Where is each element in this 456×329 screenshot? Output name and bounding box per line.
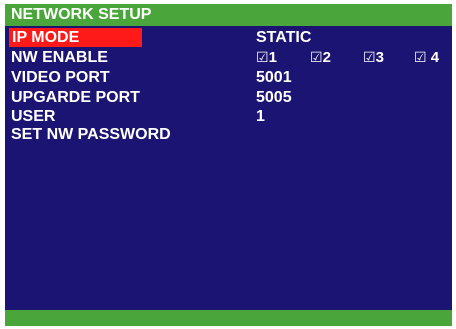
nw-enable-checkbox-2[interactable]: ☑2	[310, 48, 331, 68]
menu-row-upgrade-port[interactable]: UPGARDE PORT 5005	[5, 88, 452, 107]
menu-row-ip-mode[interactable]: IP MODE STATIC	[5, 28, 452, 47]
upgrade-port-label[interactable]: UPGARDE PORT	[11, 88, 140, 107]
nw-enable-checkbox-3[interactable]: ☑3	[363, 48, 384, 68]
network-setup-menu: NETWORK SETUP IP MODE STATIC NW ENABLE ☑…	[5, 4, 452, 326]
checkbox-label: 3	[375, 49, 384, 66]
checkbox-checked-icon: ☑	[310, 50, 323, 66]
checkbox-label: 2	[322, 49, 331, 66]
checkbox-label: 4	[426, 49, 440, 66]
checkbox-checked-icon: ☑	[256, 50, 269, 66]
set-nw-password-label[interactable]: SET NW PASSWORD	[11, 125, 171, 144]
user-value[interactable]: 1	[256, 107, 265, 126]
user-label[interactable]: USER	[11, 107, 55, 126]
video-port-label[interactable]: VIDEO PORT	[11, 68, 110, 87]
screen-frame: NETWORK SETUP IP MODE STATIC NW ENABLE ☑…	[0, 0, 456, 329]
upgrade-port-value[interactable]: 5005	[256, 88, 292, 107]
nw-enable-label[interactable]: NW ENABLE	[11, 48, 108, 67]
checkbox-checked-icon: ☑	[414, 50, 427, 66]
title-bar: NETWORK SETUP	[5, 4, 452, 26]
nw-enable-checkbox-4[interactable]: ☑ 4	[414, 48, 439, 68]
menu-row-nw-enable[interactable]: NW ENABLE ☑1 ☑2 ☑3 ☑ 4	[5, 48, 452, 67]
footer-bar	[5, 310, 452, 326]
menu-row-user[interactable]: USER 1	[5, 107, 452, 126]
menu-row-video-port[interactable]: VIDEO PORT 5001	[5, 68, 452, 87]
nw-enable-checkbox-1[interactable]: ☑1	[256, 48, 277, 68]
video-port-value[interactable]: 5001	[256, 68, 292, 87]
ip-mode-value[interactable]: STATIC	[256, 28, 311, 47]
checkbox-checked-icon: ☑	[363, 50, 376, 66]
ip-mode-label[interactable]: IP MODE	[9, 28, 142, 47]
menu-title: NETWORK SETUP	[11, 6, 152, 23]
checkbox-label: 1	[268, 49, 277, 66]
menu-row-set-nw-password[interactable]: SET NW PASSWORD	[5, 125, 452, 144]
